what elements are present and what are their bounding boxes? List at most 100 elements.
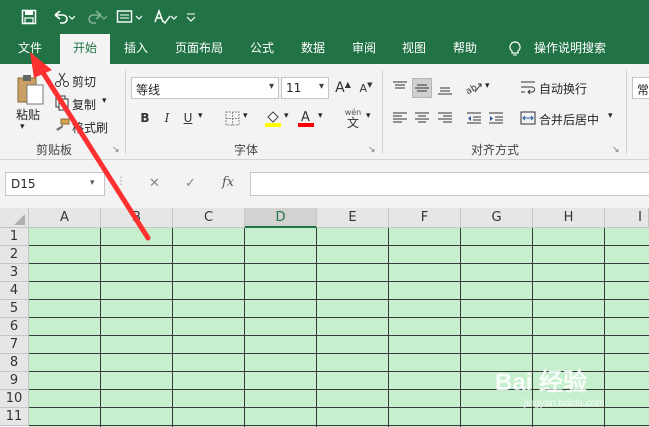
font-color-icon[interactable]: A <box>296 108 316 128</box>
italic-button[interactable]: I <box>157 108 177 128</box>
name-box[interactable]: D15 ▾ <box>5 172 105 196</box>
group-divider <box>125 70 126 154</box>
column-header[interactable]: G <box>461 208 533 228</box>
bold-button[interactable]: B <box>135 108 155 128</box>
align-bottom-icon[interactable] <box>435 78 455 98</box>
formula-input[interactable] <box>250 172 649 196</box>
alignment-launcher-icon[interactable]: ↘ <box>612 145 620 155</box>
tab-insert[interactable]: 插入 <box>115 34 157 64</box>
select-all-corner[interactable] <box>0 208 29 228</box>
merge-center-label[interactable]: 合并后居中 <box>539 111 599 128</box>
row-header[interactable]: 5 <box>0 300 29 318</box>
fill-color-swatch <box>265 123 281 127</box>
paste-label[interactable]: 粘贴 <box>16 106 40 123</box>
tab-home[interactable]: 开始 <box>60 34 110 65</box>
name-box-dropdown-icon[interactable]: ▾ <box>90 178 95 188</box>
redo-icon[interactable] <box>84 6 110 28</box>
font-size-dropdown-icon[interactable]: ▾ <box>319 81 324 92</box>
align-right-icon[interactable] <box>435 108 455 128</box>
tab-page-layout[interactable]: 页面布局 <box>166 34 232 64</box>
copy-dropdown-icon[interactable]: ▾ <box>102 96 107 106</box>
tab-file[interactable]: 文件 <box>8 34 52 64</box>
tab-review[interactable]: 审阅 <box>343 34 385 64</box>
tell-me-search[interactable]: 操作说明搜索 <box>530 34 610 64</box>
paste-dropdown-icon[interactable]: ▾ <box>20 122 25 132</box>
column-header-selected[interactable]: D <box>245 208 317 228</box>
decrease-indent-icon[interactable] <box>464 108 484 128</box>
row-header[interactable]: 9 <box>0 372 29 390</box>
borders-icon[interactable] <box>222 108 242 128</box>
fill-color-dropdown-icon[interactable]: ▾ <box>284 111 289 121</box>
row-header[interactable]: 8 <box>0 354 29 372</box>
column-header[interactable]: E <box>317 208 389 228</box>
orientation-dropdown-icon[interactable]: ▾ <box>485 81 490 91</box>
underline-dropdown-icon[interactable]: ▾ <box>198 111 203 121</box>
phonetic-guide-icon[interactable]: wén 文 <box>340 106 366 130</box>
column-header[interactable]: F <box>389 208 461 228</box>
row-header[interactable]: 1 <box>0 228 29 246</box>
row-header[interactable]: 10 <box>0 390 29 408</box>
tab-formulas[interactable]: 公式 <box>242 34 282 64</box>
fill-color-icon[interactable] <box>263 108 283 128</box>
align-center-icon[interactable] <box>412 108 432 128</box>
ribbon-home: 粘贴 ▾ 剪切 复制 ▾ 格式刷 剪贴板 ↘ 等线 ▾ 11 ▾ A ▲ A ▼ B… <box>0 64 649 160</box>
row-header[interactable]: 4 <box>0 282 29 300</box>
tab-view[interactable]: 视图 <box>393 34 435 64</box>
cut-icon[interactable] <box>52 70 72 90</box>
row-header[interactable]: 11 <box>0 408 29 426</box>
phonetic-char: 文 <box>346 116 359 130</box>
merge-center-dropdown-icon[interactable]: ▾ <box>608 111 613 121</box>
row-header[interactable]: 7 <box>0 336 29 354</box>
spelling-icon[interactable] <box>152 6 178 28</box>
shrink-font-icon[interactable]: A ▼ <box>356 78 376 98</box>
paste-icon[interactable] <box>13 72 47 106</box>
clipboard-launcher-icon[interactable]: ↘ <box>112 145 120 155</box>
row-header[interactable]: 3 <box>0 264 29 282</box>
grow-font-icon[interactable]: A ▲ <box>333 78 353 98</box>
tab-data[interactable]: 数据 <box>292 34 334 64</box>
row-header[interactable]: 6 <box>0 318 29 336</box>
customize-qat-icon[interactable] <box>182 6 200 28</box>
save-icon[interactable] <box>18 6 40 28</box>
clipboard-group-label: 剪贴板 <box>36 143 73 157</box>
copy-label[interactable]: 复制 <box>72 96 96 113</box>
font-name-dropdown-icon[interactable]: ▾ <box>269 81 274 92</box>
align-top-icon[interactable] <box>390 78 410 98</box>
font-group-label: 字体 <box>234 143 259 157</box>
wrap-text-icon[interactable] <box>518 77 538 97</box>
merge-center-icon[interactable] <box>518 108 538 128</box>
increase-indent-icon[interactable] <box>486 108 506 128</box>
enter-icon[interactable]: ✓ <box>185 176 196 191</box>
font-color-swatch <box>298 123 314 127</box>
cut-label[interactable]: 剪切 <box>72 73 96 90</box>
font-launcher-icon[interactable]: ↘ <box>368 145 376 155</box>
format-painter-label[interactable]: 格式刷 <box>72 119 108 136</box>
column-header[interactable]: B <box>101 208 173 228</box>
column-header[interactable]: I <box>605 208 649 228</box>
name-box-value: D15 <box>11 177 36 191</box>
format-painter-icon[interactable] <box>52 116 72 136</box>
insert-function-icon[interactable]: fx <box>222 175 234 190</box>
font-size-box[interactable]: 11 ▾ <box>281 77 329 99</box>
tab-help[interactable]: 帮助 <box>444 34 486 64</box>
wrap-text-label[interactable]: 自动换行 <box>539 80 587 97</box>
column-header[interactable]: A <box>29 208 101 228</box>
copy-icon[interactable] <box>52 93 72 113</box>
cancel-icon[interactable]: ✕ <box>149 176 160 191</box>
orientation-icon[interactable]: ab <box>464 78 484 98</box>
borders-dropdown-icon[interactable]: ▾ <box>243 111 248 121</box>
column-header[interactable]: C <box>173 208 245 228</box>
font-color-letter: A <box>301 110 310 125</box>
form-icon[interactable] <box>115 6 145 28</box>
phonetic-dropdown-icon[interactable]: ▾ <box>366 111 371 121</box>
font-name-box[interactable]: 等线 ▾ <box>131 77 279 99</box>
number-format-box[interactable]: 常 <box>632 77 649 99</box>
underline-button[interactable]: U <box>178 108 198 128</box>
row-header[interactable]: 2 <box>0 246 29 264</box>
font-color-dropdown-icon[interactable]: ▾ <box>318 111 323 121</box>
undo-icon[interactable] <box>50 6 76 28</box>
column-header[interactable]: H <box>533 208 605 228</box>
group-divider <box>382 70 383 154</box>
align-left-icon[interactable] <box>390 108 410 128</box>
align-middle-icon[interactable] <box>412 78 432 98</box>
